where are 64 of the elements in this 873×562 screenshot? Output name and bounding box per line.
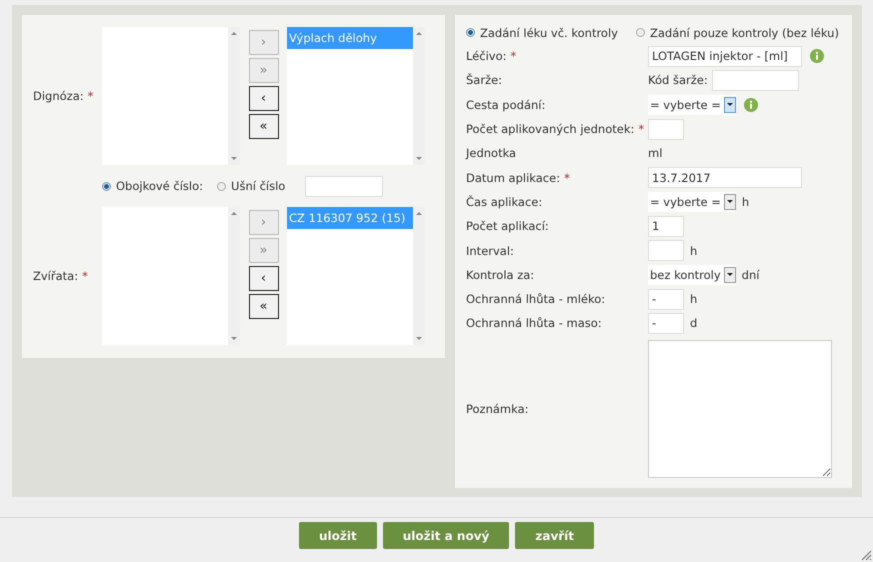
dropdown[interactable]: = vyberte =: [648, 192, 736, 212]
field-label: Kód šarže:: [648, 73, 708, 88]
required-mark: *: [510, 49, 516, 64]
radio-button[interactable]: [466, 28, 475, 37]
radio-option[interactable]: Ušní číslo: [217, 179, 286, 193]
unit-label: h: [742, 194, 750, 209]
field-label: Jednotka: [466, 146, 516, 160]
input-field[interactable]: [648, 118, 684, 140]
action-button[interactable]: uložit a nový: [382, 522, 510, 549]
input-field[interactable]: [305, 176, 384, 196]
radio-option[interactable]: Zadání léku vč. kontroly: [466, 26, 618, 40]
field-label: Léčivo:: [466, 49, 507, 64]
field-label: Zvířata:: [33, 269, 78, 283]
field-label: Datum aplikace:: [466, 170, 560, 185]
field-label: Počet aplikací:: [466, 219, 549, 234]
field-label: Šarže:: [466, 73, 502, 88]
field-label: Kontrola za:: [466, 268, 534, 282]
required-mark: *: [88, 89, 94, 103]
radio-option[interactable]: Obojkové číslo:: [102, 179, 204, 193]
move-button[interactable]: «: [248, 294, 278, 319]
field-label: Poznámka:: [466, 402, 529, 416]
move-button[interactable]: ‹: [248, 266, 278, 291]
list-box[interactable]: [102, 207, 240, 345]
radio-option[interactable]: Zadání pouze kontroly (bez léku): [636, 26, 839, 40]
move-button[interactable]: ‹: [248, 86, 278, 111]
info-icon[interactable]: [810, 49, 824, 64]
field-label: Čas aplikace:: [466, 194, 542, 209]
input-field[interactable]: 13.7.2017: [648, 167, 802, 188]
info-icon[interactable]: [744, 98, 758, 112]
radio-button[interactable]: [217, 182, 226, 190]
field-label: Dignóza:: [33, 89, 84, 103]
dropdown[interactable]: bez kontroly: [648, 264, 736, 285]
action-button[interactable]: zavřít: [515, 522, 594, 549]
unit-label: h: [690, 292, 698, 306]
field-label: Počet aplikovaných jednotek:: [466, 122, 634, 136]
input-field[interactable]: [712, 70, 799, 91]
unit-label: h: [690, 244, 698, 258]
input-field[interactable]: -: [648, 312, 684, 334]
input-field[interactable]: [648, 240, 684, 262]
radio-button[interactable]: [636, 28, 645, 37]
action-button[interactable]: uložit: [299, 522, 377, 549]
field-value: ml: [648, 146, 662, 160]
input-field[interactable]: LOTAGEN injektor - [ml]: [648, 46, 802, 67]
field-label: Interval:: [466, 244, 514, 258]
field-label: Cesta podání:: [466, 98, 546, 112]
field-label: Ochranná lhůta - mléko:: [466, 292, 606, 306]
move-button[interactable]: «: [248, 114, 278, 139]
note-field[interactable]: [648, 340, 832, 478]
required-mark: *: [638, 122, 644, 136]
required-mark: *: [82, 269, 88, 283]
radio-button[interactable]: [102, 182, 111, 190]
unit-label: d: [690, 316, 698, 330]
input-field[interactable]: -: [648, 288, 684, 310]
scrollbar[interactable]: [413, 207, 425, 345]
scrollbar[interactable]: [228, 27, 240, 165]
required-mark: *: [564, 170, 570, 185]
scrollbar[interactable]: [413, 27, 425, 165]
resize-grip-icon[interactable]: [860, 549, 872, 561]
field-label: Ochranná lhůta - maso:: [466, 316, 602, 330]
scrollbar[interactable]: [228, 207, 240, 345]
list-box[interactable]: [102, 27, 240, 165]
dropdown[interactable]: = vyberte =: [648, 94, 736, 115]
unit-label: dní: [742, 268, 760, 282]
input-field[interactable]: 1: [648, 216, 684, 237]
